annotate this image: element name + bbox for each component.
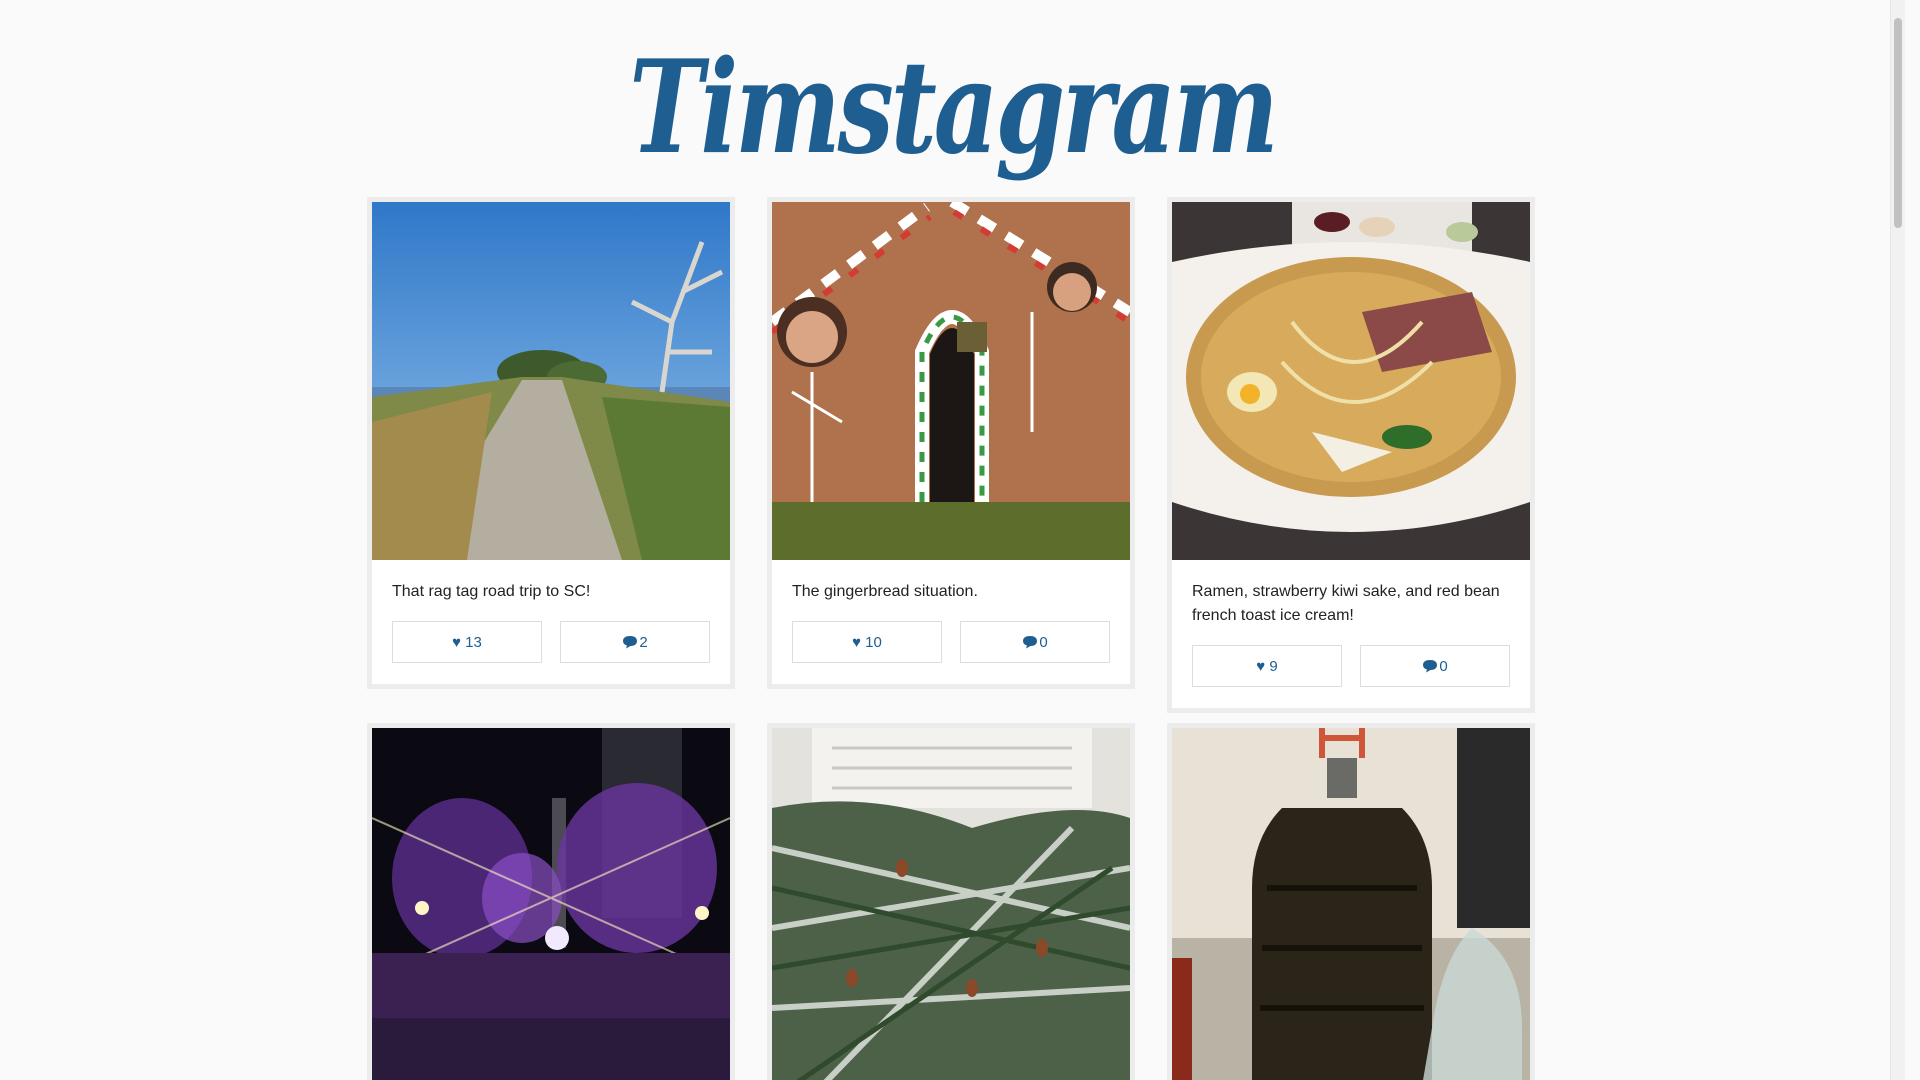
comment-button[interactable]: 2 — [560, 621, 710, 663]
post-card — [767, 723, 1135, 1080]
comment-button[interactable]: 0 — [1360, 645, 1510, 687]
comment-bubble-icon — [1423, 660, 1438, 673]
post-card: Ramen, strawberry kiwi sake, and red bea… — [1167, 197, 1535, 713]
post-actions: ♥ 9 0 — [1192, 645, 1510, 687]
like-button[interactable]: ♥ 13 — [392, 621, 542, 663]
coastal-trail-photo[interactable] — [372, 202, 730, 560]
comment-count: 0 — [1439, 657, 1448, 675]
comment-count: 2 — [639, 633, 648, 651]
post-caption: Ramen, strawberry kiwi sake, and red bea… — [1192, 583, 1500, 624]
purple-lights-photo[interactable] — [372, 728, 730, 1080]
post-card — [1167, 723, 1535, 1080]
post-card: That rag tag road trip to SC! ♥ 13 2 — [367, 197, 735, 689]
scrollbar-thumb[interactable] — [1894, 18, 1902, 228]
post-card: The gingerbread situation. ♥ 10 0 — [767, 197, 1135, 689]
like-button[interactable]: ♥ 9 — [1192, 645, 1342, 687]
vertical-scrollbar[interactable] — [1890, 0, 1905, 1080]
comment-count: 0 — [1039, 633, 1048, 651]
comment-button[interactable]: 0 — [960, 621, 1110, 663]
like-count: ♥ 9 — [1256, 657, 1278, 675]
homebrew-carboy-photo[interactable] — [1172, 728, 1530, 1080]
comment-bubble-icon — [1023, 636, 1038, 649]
like-count: ♥ 13 — [452, 633, 482, 651]
comment-bubble-icon — [623, 636, 638, 649]
post-caption: That rag tag road trip to SC! — [392, 583, 591, 600]
post-caption: The gingerbread situation. — [792, 583, 978, 600]
snowy-pine-photo[interactable] — [772, 728, 1130, 1080]
ramen-bowl-photo[interactable] — [1172, 202, 1530, 560]
logo-text: Timstagram — [629, 33, 1279, 183]
post-actions: ♥ 13 2 — [392, 621, 710, 663]
like-button[interactable]: ♥ 10 — [792, 621, 942, 663]
logo[interactable]: Timstagram — [0, 18, 1905, 198]
page: Timstagram That rag tag road trip to SC!… — [0, 0, 1905, 1080]
like-count: ♥ 10 — [852, 633, 882, 651]
gingerbread-cutout-photo[interactable] — [772, 202, 1130, 560]
post-actions: ♥ 10 0 — [792, 621, 1110, 663]
post-card — [367, 723, 735, 1080]
